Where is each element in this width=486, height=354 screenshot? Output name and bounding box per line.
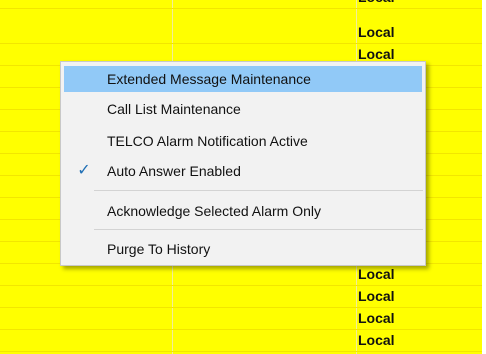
menu-item-extended-message-maintenance[interactable]: Extended Message Maintenance	[64, 66, 422, 92]
checkmark-icon: ✓	[77, 162, 91, 179]
menu-item-label: Call List Maintenance	[107, 101, 241, 117]
location-cell: Local	[358, 24, 395, 40]
menu-item-auto-answer-enabled[interactable]: ✓ Auto Answer Enabled	[64, 158, 422, 184]
location-cell: Local	[358, 266, 395, 282]
location-cell: Local	[358, 0, 482, 9]
menu-item-label: Extended Message Maintenance	[107, 71, 311, 87]
menu-item-call-list-maintenance[interactable]: Call List Maintenance	[64, 96, 422, 122]
table-row[interactable]: Local	[0, 22, 482, 44]
table-row[interactable]: Local	[0, 330, 482, 352]
menu-item-label: Acknowledge Selected Alarm Only	[107, 203, 321, 219]
menu-item-label: Auto Answer Enabled	[107, 163, 241, 179]
menu-separator	[94, 229, 423, 230]
window-edge	[482, 0, 486, 354]
table-row[interactable]: Local	[0, 0, 482, 9]
location-cell: Local	[358, 310, 395, 326]
menu-separator	[94, 190, 423, 191]
location-cell: Local	[358, 332, 395, 348]
menu-item-label: Purge To History	[107, 241, 211, 257]
table-row[interactable]: Local	[0, 286, 482, 308]
table-row[interactable]: Local	[0, 264, 482, 286]
table-row[interactable]: Local	[0, 308, 482, 330]
menu-item-acknowledge-selected-alarm[interactable]: Acknowledge Selected Alarm Only	[64, 198, 422, 224]
menu-item-label: TELCO Alarm Notification Active	[107, 133, 308, 149]
menu-item-telco-alarm-notification[interactable]: TELCO Alarm Notification Active	[64, 128, 422, 154]
location-cell: Local	[358, 288, 395, 304]
menu-item-purge-to-history[interactable]: Purge To History	[64, 236, 422, 262]
context-menu: Extended Message Maintenance Call List M…	[60, 61, 426, 266]
